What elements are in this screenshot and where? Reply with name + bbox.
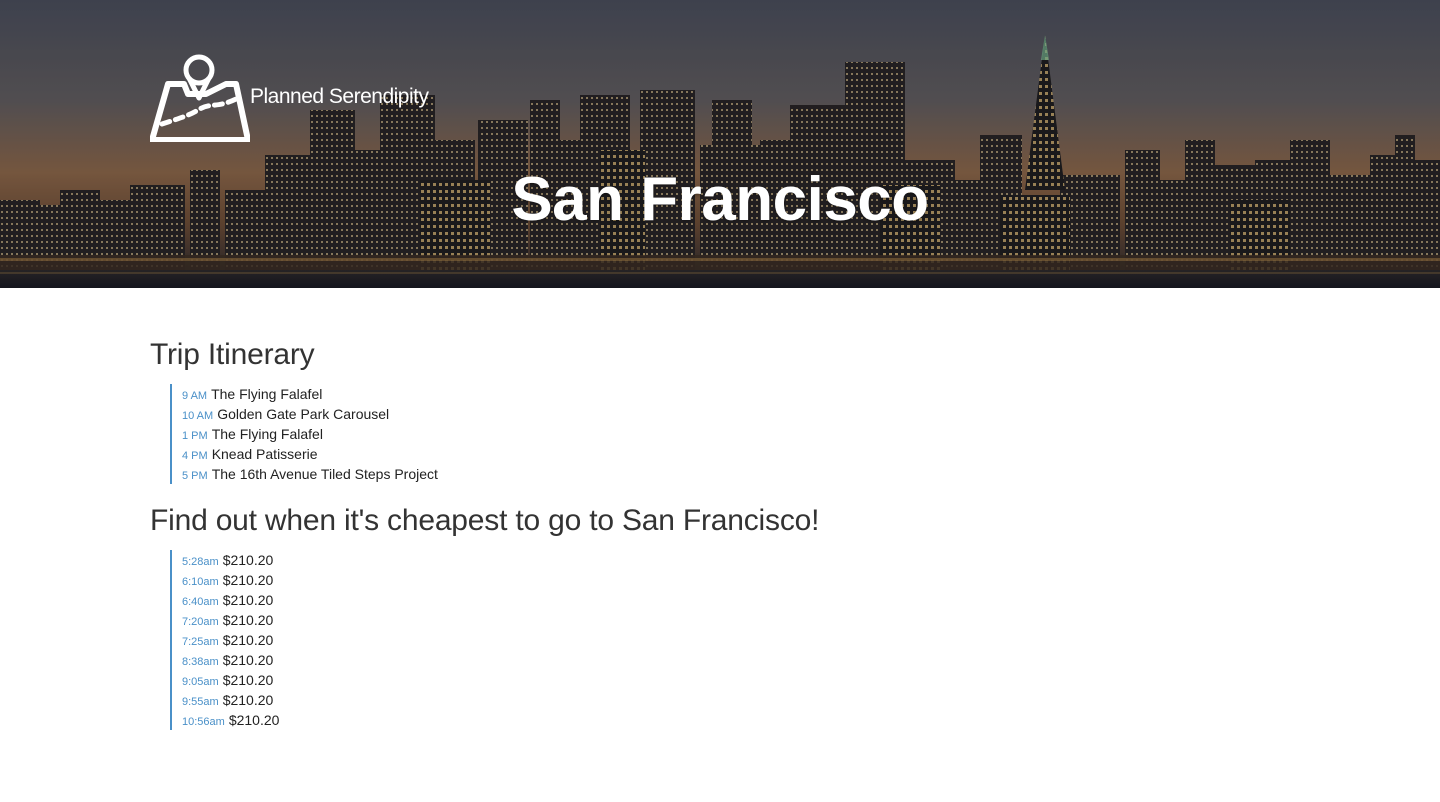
hero-banner: Planned Serendipity San Francisco [0,0,1440,288]
itinerary-list: 9 AM The Flying Falafel 10 AM Golden Gate … [170,384,1290,484]
price-time: 9:55am [182,696,219,708]
itinerary-time: 10 AM [182,410,214,422]
cheapest-time-heading: Find out when it's cheapest to go to San… [150,504,820,537]
price-item: 7:25am $210.20 [182,630,1290,650]
brand-name: Planned Serendipity [250,85,429,108]
itinerary-place: The Flying Falafel [211,426,323,442]
price-time: 9:05am [182,676,219,688]
price-value: $210.20 [222,652,274,668]
itinerary-place: The 16th Avenue Tiled Steps Project [211,466,438,482]
price-value: $210.20 [228,712,280,728]
map-pin-icon [150,54,250,142]
itinerary-item: 10 AM Golden Gate Park Carousel [182,404,1290,424]
price-time: 7:25am [182,636,219,648]
itinerary-place: Golden Gate Park Carousel [217,406,390,422]
itinerary-item: 4 PM Knead Patisserie [182,444,1290,464]
price-value: $210.20 [222,572,274,588]
price-value: $210.20 [222,552,274,568]
price-value: $210.20 [222,592,274,608]
itinerary-heading: Trip Itinerary [150,338,315,371]
price-item: 6:40am $210.20 [182,590,1290,610]
price-value: $210.20 [222,672,274,688]
price-value: $210.20 [222,692,274,708]
price-item: 6:10am $210.20 [182,570,1290,590]
price-time: 6:40am [182,596,219,608]
price-item: 5:28am $210.20 [182,550,1290,570]
itinerary-item: 1 PM The Flying Falafel [182,424,1290,444]
hero-overlay [0,0,1440,288]
itinerary-place: Knead Patisserie [211,446,318,462]
price-time: 7:20am [182,616,219,628]
price-time: 8:38am [182,656,219,668]
price-time: 6:10am [182,576,219,588]
itinerary-time: 1 PM [182,430,208,442]
price-time: 10:56am [182,716,225,728]
price-item: 9:05am $210.20 [182,670,1290,690]
itinerary-item: 9 AM The Flying Falafel [182,384,1290,404]
itinerary-time: 9 AM [182,390,208,402]
itinerary-time: 5 PM [182,470,208,482]
price-item: 8:38am $210.20 [182,650,1290,670]
itinerary-place: The Flying Falafel [211,386,323,402]
price-time: 5:28am [182,556,219,568]
itinerary-time: 4 PM [182,450,208,462]
price-value: $210.20 [222,612,274,628]
price-list: 5:28am $210.20 6:10am $210.20 6:40am $210.2… [170,550,1290,730]
main-content: Trip Itinerary 9 AM The Flying Falafel 10… [150,288,1290,730]
brand-link[interactable]: Planned Serendipity [150,54,429,142]
price-value: $210.20 [222,632,274,648]
itinerary-item: 5 PM The 16th Avenue Tiled Steps Project [182,464,1290,484]
price-item: 9:55am $210.20 [182,690,1290,710]
price-item: 10:56am $210.20 [182,710,1290,730]
price-item: 7:20am $210.20 [182,610,1290,630]
page-title: San Francisco [511,165,929,234]
